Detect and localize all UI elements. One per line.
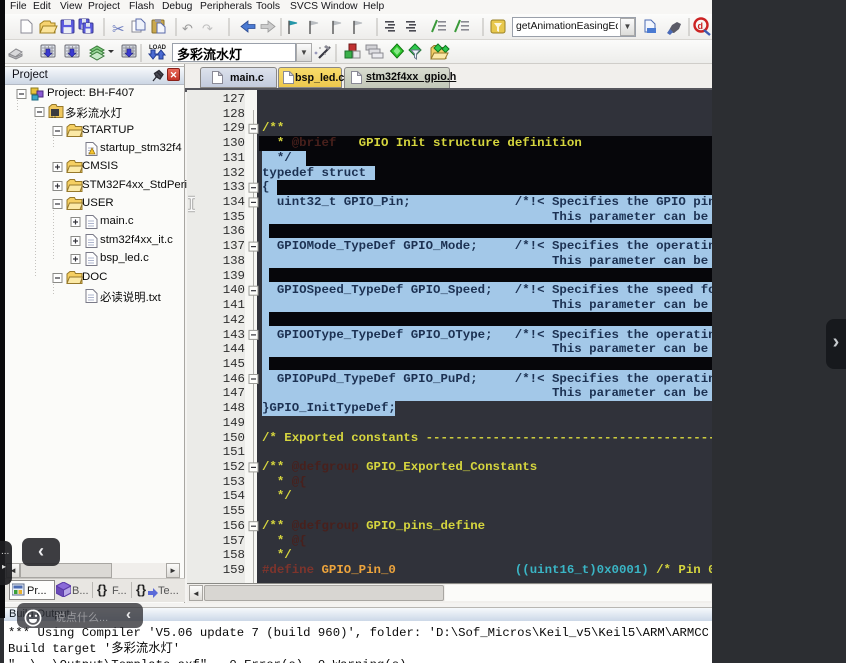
svg-text:d: d (698, 21, 704, 31)
